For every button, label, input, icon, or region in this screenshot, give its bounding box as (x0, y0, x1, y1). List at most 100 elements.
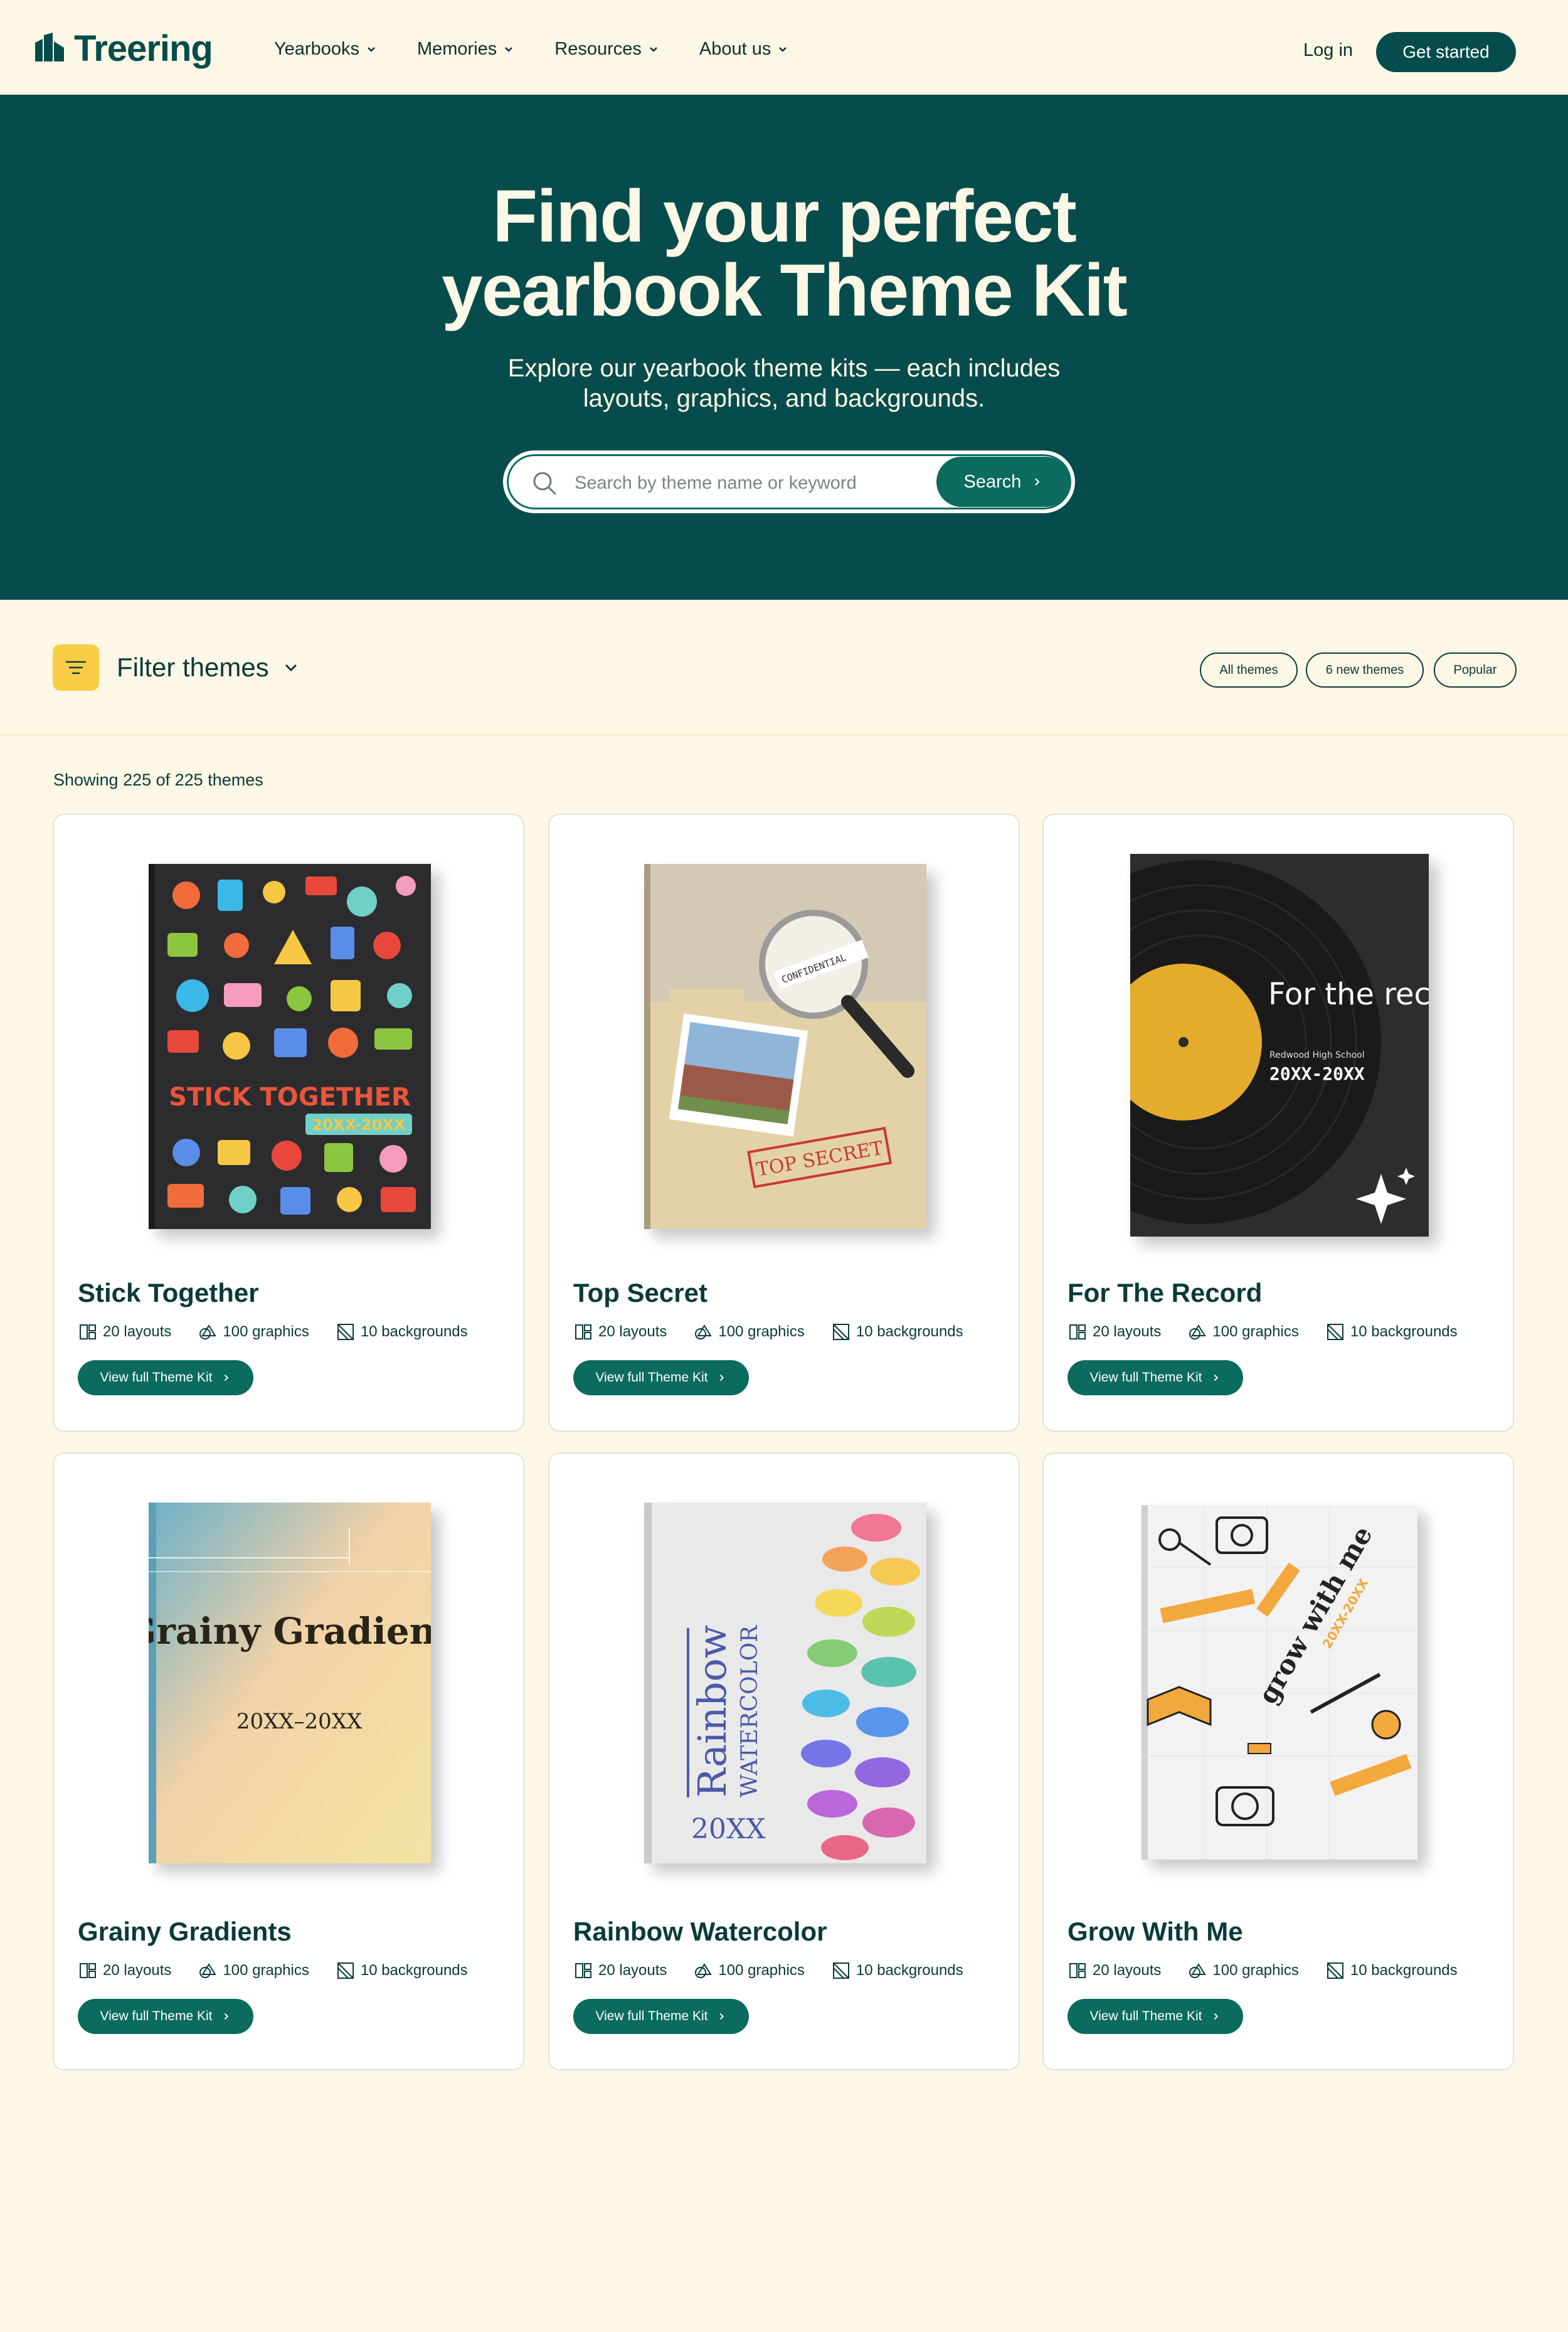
stat-layouts: 20 layouts (573, 1322, 667, 1342)
top-secret-cover-art: CONFIDENTIAL TOP SECRET (644, 864, 926, 1229)
chevron-right-icon (720, 2013, 724, 2020)
view-theme-kit-label: View full Theme Kit (595, 1370, 708, 1385)
chevron-down-icon (368, 46, 375, 52)
cover-year: 20XX (691, 1813, 766, 1845)
stat-backgrounds: 10 backgrounds (1325, 1961, 1458, 1981)
stat-backgrounds-label: 10 backgrounds (856, 1962, 963, 1979)
login-link[interactable]: Log in (1303, 40, 1353, 61)
chevron-right-icon (1214, 1374, 1219, 1382)
chevron-right-icon (720, 1374, 724, 1382)
stat-backgrounds-label: 10 backgrounds (1350, 1962, 1458, 1979)
cover-wrapper: Grainy Gradients 20XX–20XX (54, 1479, 526, 1863)
theme-title[interactable]: Stick Together (78, 1278, 259, 1308)
cover-image[interactable]: Grainy Gradients 20XX–20XX (149, 1503, 431, 1863)
pill-all-themes[interactable]: All themes (1200, 652, 1298, 688)
theme-stats: 20 layouts 100 graphics 10 backgrounds (78, 1322, 468, 1342)
backgrounds-icon (832, 1324, 849, 1340)
theme-card-grainy-gradients[interactable]: Grainy Gradients 20XX–20XX Grainy Gradie… (53, 1452, 524, 2070)
stat-graphics-label: 100 graphics (1212, 1323, 1299, 1340)
view-theme-kit-button[interactable]: View full Theme Kit (1067, 1360, 1243, 1395)
theme-title[interactable]: Grow With Me (1067, 1917, 1243, 1947)
chevron-down-icon[interactable] (282, 659, 300, 676)
cover-image[interactable]: CONFIDENTIAL TOP SECRET (644, 864, 926, 1229)
search-button[interactable]: Search (936, 457, 1070, 507)
hero-subtitle-line-1: Explore our yearbook theme kits — each i… (507, 354, 1061, 382)
stat-backgrounds-label: 10 backgrounds (360, 1323, 468, 1340)
theme-card-stick-together[interactable]: STICK TOGETHER 20XX-20XX Stick Together … (53, 814, 524, 1432)
doodles-cover-art: grow with me 20XX-20XX (1142, 1505, 1417, 1860)
stat-layouts: 20 layouts (573, 1961, 667, 1981)
cover-year: 20XX–20XX (236, 1709, 363, 1734)
chevron-down-icon (779, 46, 787, 52)
stat-graphics: 100 graphics (198, 1961, 309, 1981)
chevron-right-icon (1035, 478, 1040, 486)
theme-card-rainbow-watercolor[interactable]: Rainbow WATERCOLOR 20XX Rainbow Watercol… (548, 1452, 1020, 2070)
filter-themes-toggle[interactable]: Filter themes (117, 652, 269, 683)
stat-backgrounds: 10 backgrounds (1325, 1322, 1458, 1342)
theme-stats: 20 layouts 100 graphics 10 backgrounds (573, 1322, 963, 1342)
cover-wrapper: grow with me 20XX-20XX (1044, 1479, 1515, 1861)
watercolor-cover-art: Rainbow WATERCOLOR 20XX (644, 1503, 926, 1863)
chevron-right-icon (225, 1374, 229, 1382)
chevron-right-icon (1214, 2013, 1219, 2020)
stat-layouts-label: 20 layouts (1093, 1962, 1162, 1979)
backgrounds-icon (1327, 1962, 1343, 1979)
view-theme-kit-button[interactable]: View full Theme Kit (573, 1360, 749, 1395)
nav-about-us-label: About us (699, 39, 771, 59)
search-button-label: Search (963, 471, 1022, 492)
filter-bar: Filter themes All themes 6 new themes Po… (0, 600, 1568, 735)
cover-year: 20XX-20XX (312, 1116, 406, 1134)
hero-title-line-1: Find your perfect (492, 175, 1077, 258)
hero-section: Find your perfect yearbook Theme Kit Exp… (0, 95, 1568, 600)
graphics-icon (199, 1324, 217, 1339)
theme-title[interactable]: Top Secret (573, 1278, 707, 1308)
view-theme-kit-label: View full Theme Kit (595, 2009, 708, 2023)
get-started-button[interactable]: Get started (1376, 32, 1516, 72)
theme-stats: 20 layouts 100 graphics 10 backgrounds (78, 1961, 468, 1981)
nav-yearbooks[interactable]: Yearbooks (274, 39, 377, 60)
cover-image[interactable]: For the record Redwood High School 20XX-… (1130, 854, 1429, 1237)
stat-graphics-label: 100 graphics (1212, 1962, 1299, 1979)
theme-card-grow-with-me[interactable]: grow with me 20XX-20XX Grow With Me 20 l… (1042, 1452, 1514, 2070)
stat-graphics: 100 graphics (1187, 1961, 1299, 1981)
view-theme-kit-label: View full Theme Kit (100, 2009, 213, 2023)
pill-popular[interactable]: Popular (1434, 652, 1517, 688)
filter-lines-icon (66, 661, 86, 674)
stat-layouts-label: 20 layouts (103, 1962, 172, 1979)
theme-card-top-secret[interactable]: CONFIDENTIAL TOP SECRET Top Secret 20 la… (548, 814, 1020, 1432)
view-theme-kit-label: View full Theme Kit (1089, 2009, 1202, 2023)
theme-title[interactable]: For The Record (1067, 1278, 1262, 1308)
treering-logo[interactable]: Treering (34, 28, 213, 69)
nav-about-us[interactable]: About us (699, 39, 788, 60)
cover-image[interactable]: STICK TOGETHER 20XX-20XX (149, 864, 431, 1229)
backgrounds-icon (832, 1962, 849, 1979)
stickers-cover-art: STICK TOGETHER 20XX-20XX (149, 864, 431, 1229)
layouts-icon (1069, 1324, 1086, 1339)
pill-new-themes[interactable]: 6 new themes (1306, 652, 1424, 688)
stat-backgrounds: 10 backgrounds (831, 1961, 963, 1981)
stat-graphics-label: 100 graphics (223, 1962, 309, 1979)
backgrounds-icon (337, 1962, 354, 1979)
nav-memories[interactable]: Memories (417, 39, 514, 60)
top-navigation: Treering Yearbooks Memories Resources Ab… (0, 0, 1568, 95)
chevron-right-icon (225, 2013, 229, 2020)
cover-title: Grainy Gradients (149, 1610, 431, 1653)
cover-image[interactable]: Rainbow WATERCOLOR 20XX (644, 1503, 926, 1863)
stat-graphics-label: 100 graphics (718, 1962, 805, 1979)
view-theme-kit-button[interactable]: View full Theme Kit (78, 1999, 253, 2034)
search-input[interactable] (575, 471, 913, 496)
cover-image[interactable]: grow with me 20XX-20XX (1142, 1505, 1417, 1860)
theme-card-for-the-record[interactable]: For the record Redwood High School 20XX-… (1042, 814, 1514, 1432)
theme-title[interactable]: Grainy Gradients (78, 1917, 292, 1947)
stat-backgrounds-label: 10 backgrounds (1350, 1323, 1458, 1340)
backgrounds-icon (337, 1324, 354, 1340)
theme-title[interactable]: Rainbow Watercolor (573, 1917, 827, 1947)
view-theme-kit-button[interactable]: View full Theme Kit (78, 1360, 253, 1395)
filter-icon[interactable] (53, 644, 99, 691)
nav-resources[interactable]: Resources (554, 39, 659, 60)
stat-layouts: 20 layouts (1067, 1322, 1161, 1342)
stat-layouts-label: 20 layouts (598, 1962, 667, 1979)
view-theme-kit-button[interactable]: View full Theme Kit (1067, 1999, 1243, 2034)
view-theme-kit-button[interactable]: View full Theme Kit (573, 1999, 749, 2034)
stat-layouts-label: 20 layouts (103, 1323, 172, 1340)
